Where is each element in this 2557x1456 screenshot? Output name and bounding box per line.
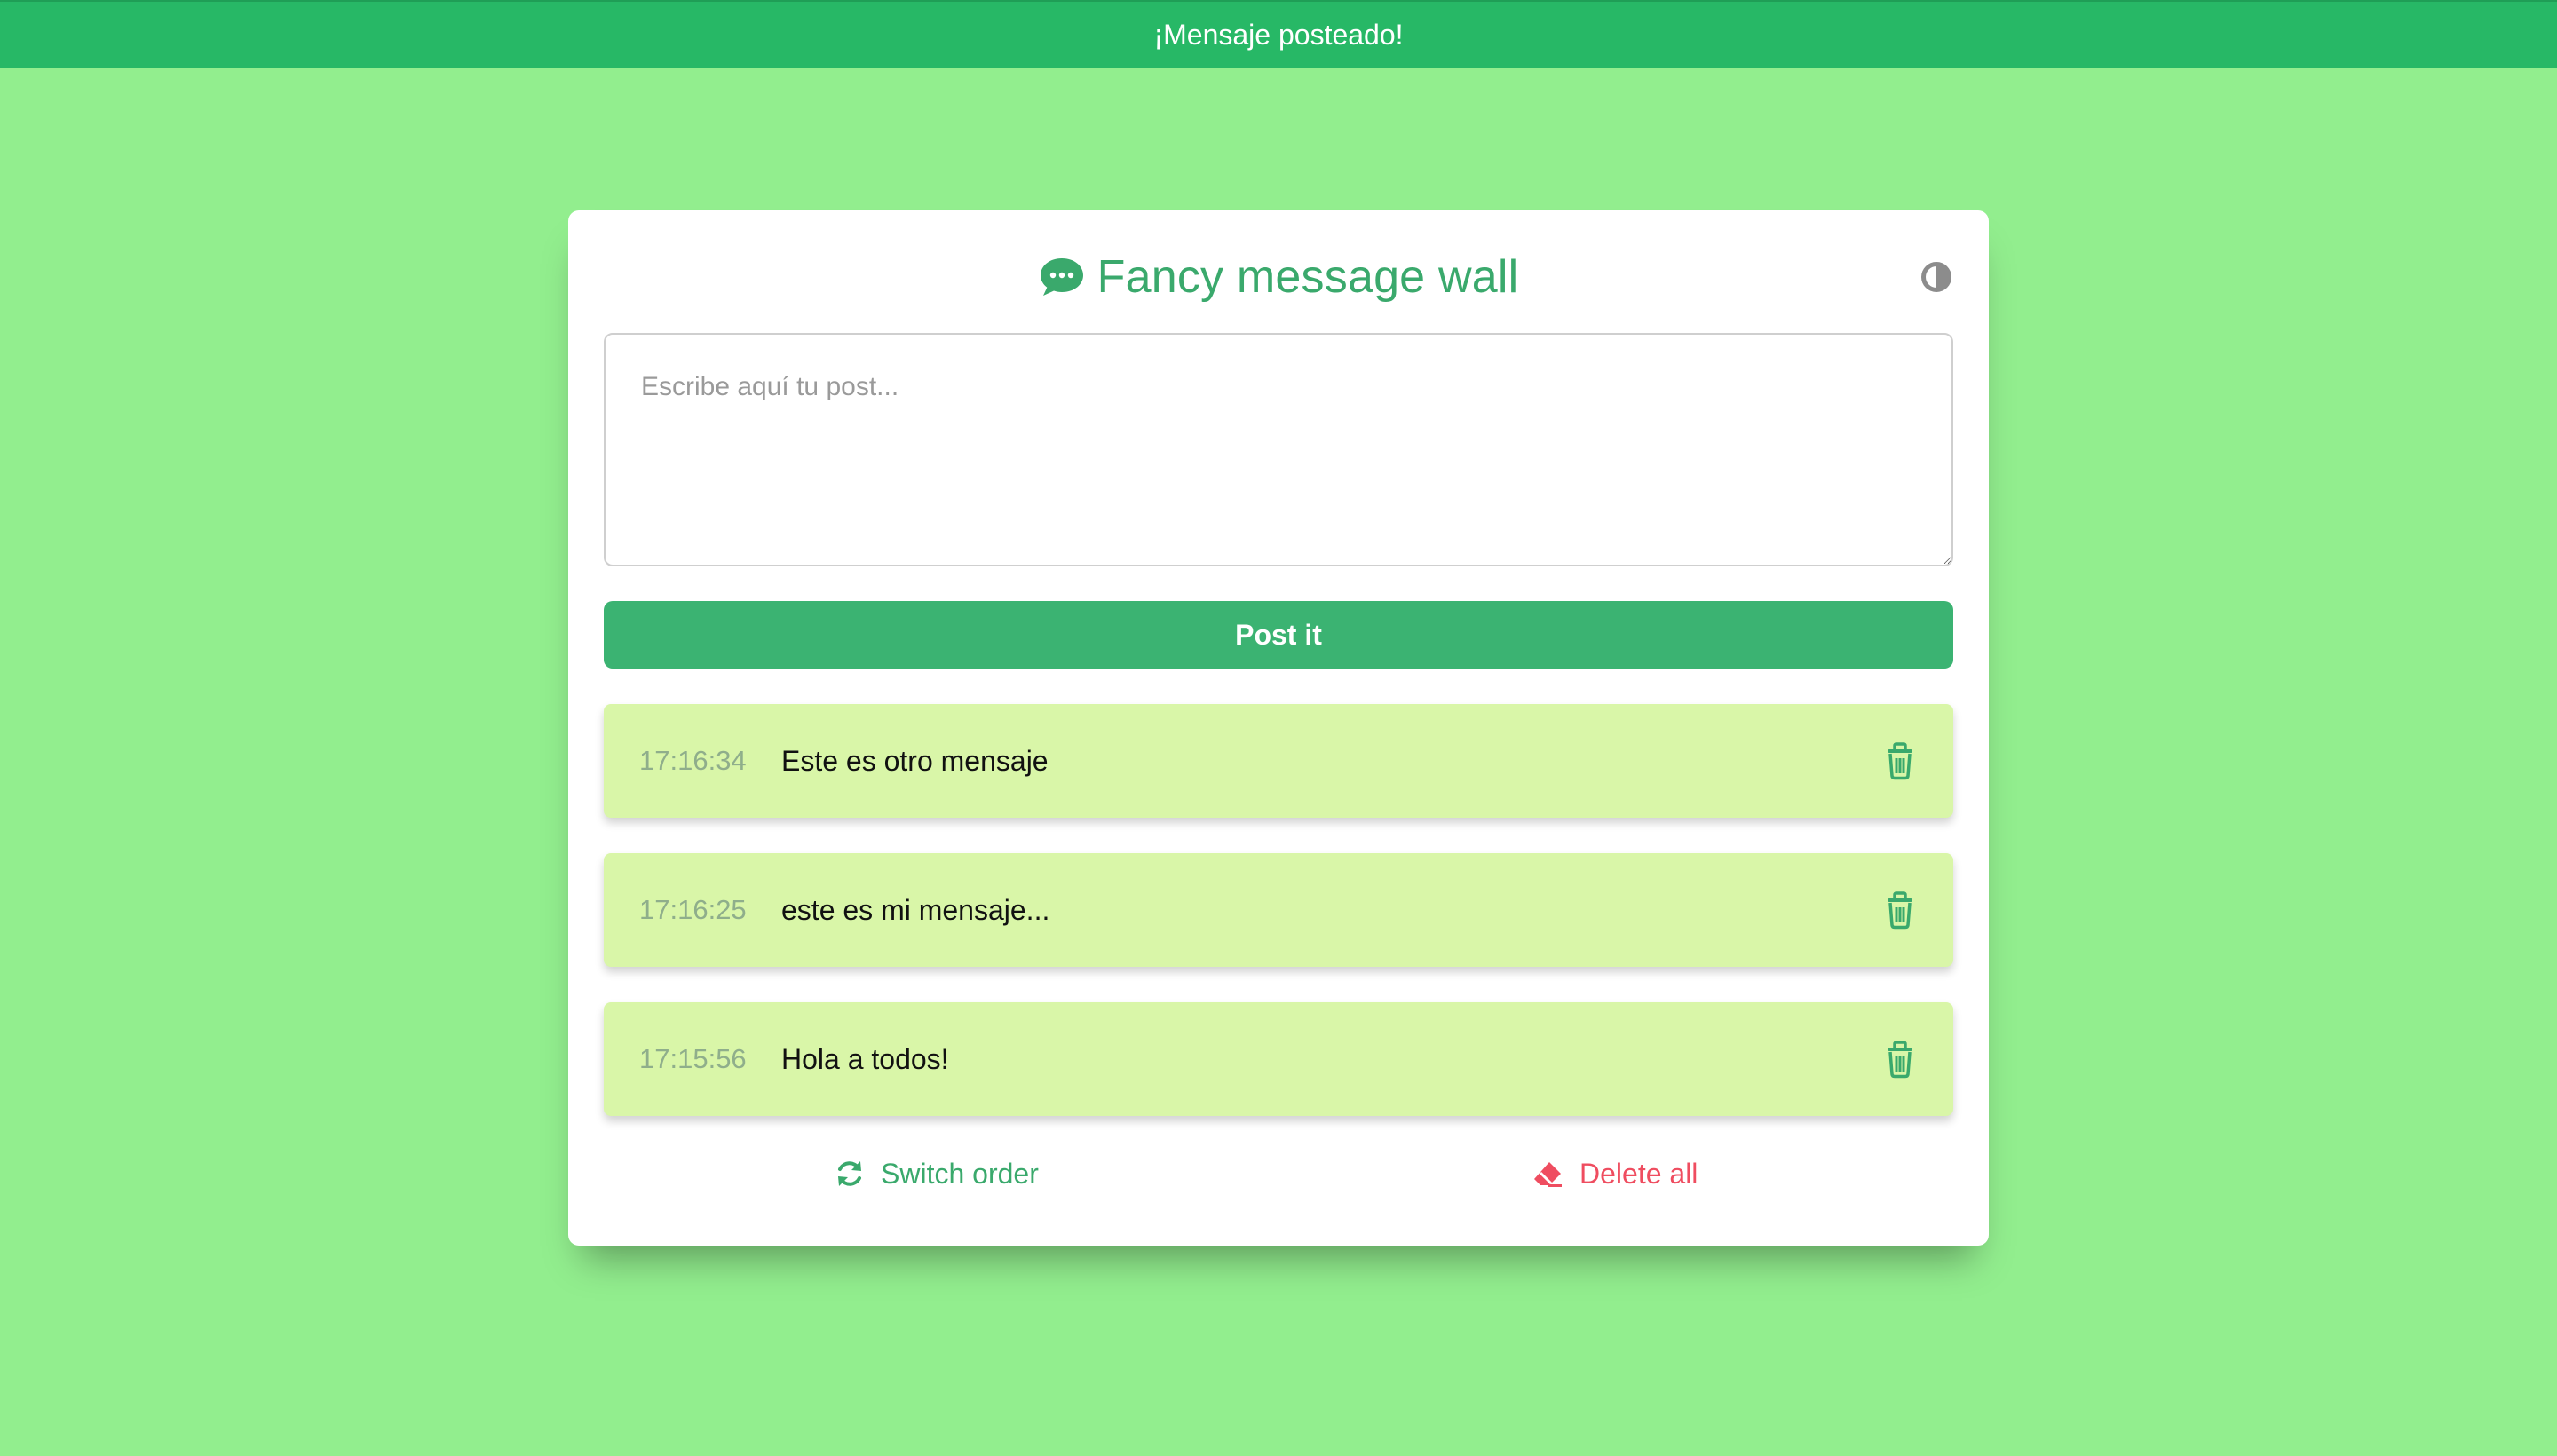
post-textarea[interactable] — [604, 333, 1953, 566]
switch-order-label: Switch order — [881, 1157, 1039, 1190]
message-item: 17:16:34 Este es otro mensaje — [604, 704, 1953, 818]
message-list: 17:16:34 Este es otro mensaje 17:16:25 e… — [604, 704, 1953, 1151]
message-text: Hola a todos! — [781, 1042, 949, 1075]
message-text: Este es otro mensaje — [781, 744, 1049, 777]
message-item: 17:15:56 Hola a todos! — [604, 1002, 1953, 1116]
eraser-icon — [1534, 1162, 1562, 1187]
trash-icon[interactable] — [1882, 1040, 1918, 1079]
theme-toggle-icon[interactable] — [1921, 262, 1951, 292]
message-wall-card: Fancy message wall Post it 17:16:34 Este… — [568, 210, 1989, 1246]
delete-all-button[interactable]: Delete all — [1532, 1151, 1698, 1196]
card-header: Fancy message wall — [568, 246, 1989, 308]
toast-message: ¡Mensaje posteado! — [1153, 19, 1404, 51]
notification-toast: ¡Mensaje posteado! — [0, 0, 2557, 68]
speech-bubble-icon — [1040, 258, 1083, 296]
message-time: 17:15:56 — [639, 1043, 747, 1074]
page-title: Fancy message wall — [1096, 251, 1519, 303]
message-item: 17:16:25 este es mi mensaje... — [604, 853, 1953, 967]
refresh-icon — [838, 1161, 861, 1186]
delete-all-label: Delete all — [1579, 1157, 1698, 1190]
message-time: 17:16:25 — [639, 894, 747, 925]
card-footer: Switch order Delete all — [568, 1151, 1989, 1196]
message-text: este es mi mensaje... — [781, 893, 1050, 926]
trash-icon[interactable] — [1882, 741, 1918, 780]
switch-order-button[interactable]: Switch order — [835, 1151, 1039, 1196]
message-time: 17:16:34 — [639, 745, 747, 776]
trash-icon[interactable] — [1882, 890, 1918, 930]
post-button[interactable]: Post it — [604, 601, 1953, 669]
